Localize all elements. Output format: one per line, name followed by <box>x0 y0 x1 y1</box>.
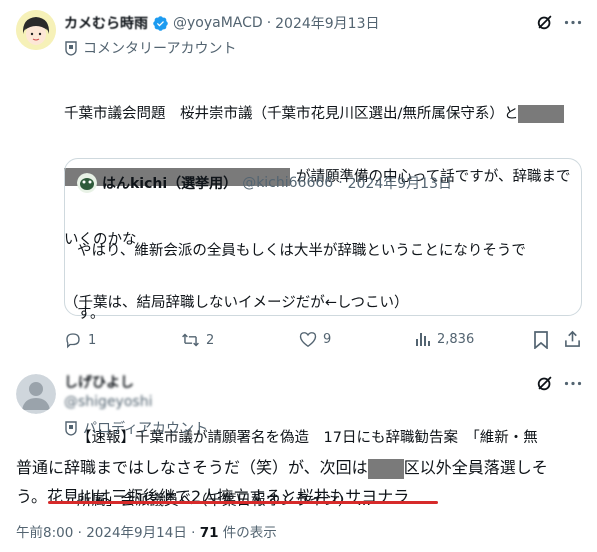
separator-dot: · <box>266 15 272 31</box>
repost-count: 2 <box>206 332 215 348</box>
views-count: 71 <box>199 525 219 541</box>
redaction-block <box>367 458 404 479</box>
quoted-post[interactable]: はんkichi（選挙用） @kichi66666 · 2024年9月13日 やは… <box>64 158 582 509</box>
account-type-label: パロディアカウント <box>83 421 209 437</box>
reply-button[interactable]: 1 <box>64 331 96 349</box>
like-icon <box>299 331 317 348</box>
redaction-block <box>518 105 565 123</box>
display-name[interactable]: しげひよし <box>64 372 152 392</box>
repost-icon <box>181 331 200 349</box>
quote-date: 2024年9月13日 <box>347 176 452 192</box>
reply-count: 1 <box>88 332 97 348</box>
repost-button[interactable]: 2 <box>181 331 214 349</box>
separator-dot: · <box>338 175 343 191</box>
grok-icon[interactable] <box>536 374 554 392</box>
more-icon[interactable] <box>564 20 582 25</box>
views-label: 件の表示 <box>218 525 277 541</box>
verified-icon <box>152 15 169 32</box>
quote-display-name: はんkichi（選挙用） <box>102 176 238 192</box>
badge-icon <box>64 40 78 56</box>
share-icon[interactable] <box>564 330 581 348</box>
account-type-label: コメンタリーアカウント <box>83 41 237 57</box>
avatar[interactable] <box>16 10 56 50</box>
post-date[interactable]: 2024年9月13日 <box>275 13 379 33</box>
badge-icon <box>64 420 78 436</box>
avatar[interactable] <box>16 374 56 414</box>
handle[interactable]: @yoyaMACD <box>173 15 263 31</box>
bookmark-icon[interactable] <box>533 331 549 349</box>
like-count: 9 <box>323 332 332 347</box>
display-name[interactable]: カメむら時雨 <box>64 13 148 33</box>
views-icon <box>415 331 431 347</box>
handle[interactable]: @shigeyoshi <box>64 394 152 410</box>
quote-avatar <box>77 173 97 193</box>
views-count: 2,836 <box>437 331 475 347</box>
post-text-line2: う。花見川は三瓶後継で2人擁立すると桜井もサヨナラ <box>16 487 410 506</box>
quote-text-line1: やはり、維新会派の全員もしくは大半が辞職ということになりそうで <box>77 243 526 259</box>
reply-icon <box>64 331 82 349</box>
quote-text-line2: す。 <box>77 306 105 322</box>
like-button[interactable]: 9 <box>299 331 331 348</box>
post-text-line1: 千葉市議会問題 桜井崇市議（千葉市花見川区選出/無所属保守系）と <box>64 106 519 122</box>
red-underline-annotation <box>48 501 438 504</box>
views-button[interactable]: 2,836 <box>415 331 474 347</box>
post-text-part2: 区以外全員落選しそ <box>403 458 548 477</box>
post-text-part1: 普通に辞職まではしなさそうだ（笑）が、次回は <box>16 458 368 477</box>
post-timestamp[interactable]: 午前8:00 · 2024年9月14日 · <box>16 525 200 541</box>
grok-icon[interactable] <box>536 13 554 31</box>
quote-handle: @kichi66666 <box>242 175 334 191</box>
more-icon[interactable] <box>564 381 582 386</box>
